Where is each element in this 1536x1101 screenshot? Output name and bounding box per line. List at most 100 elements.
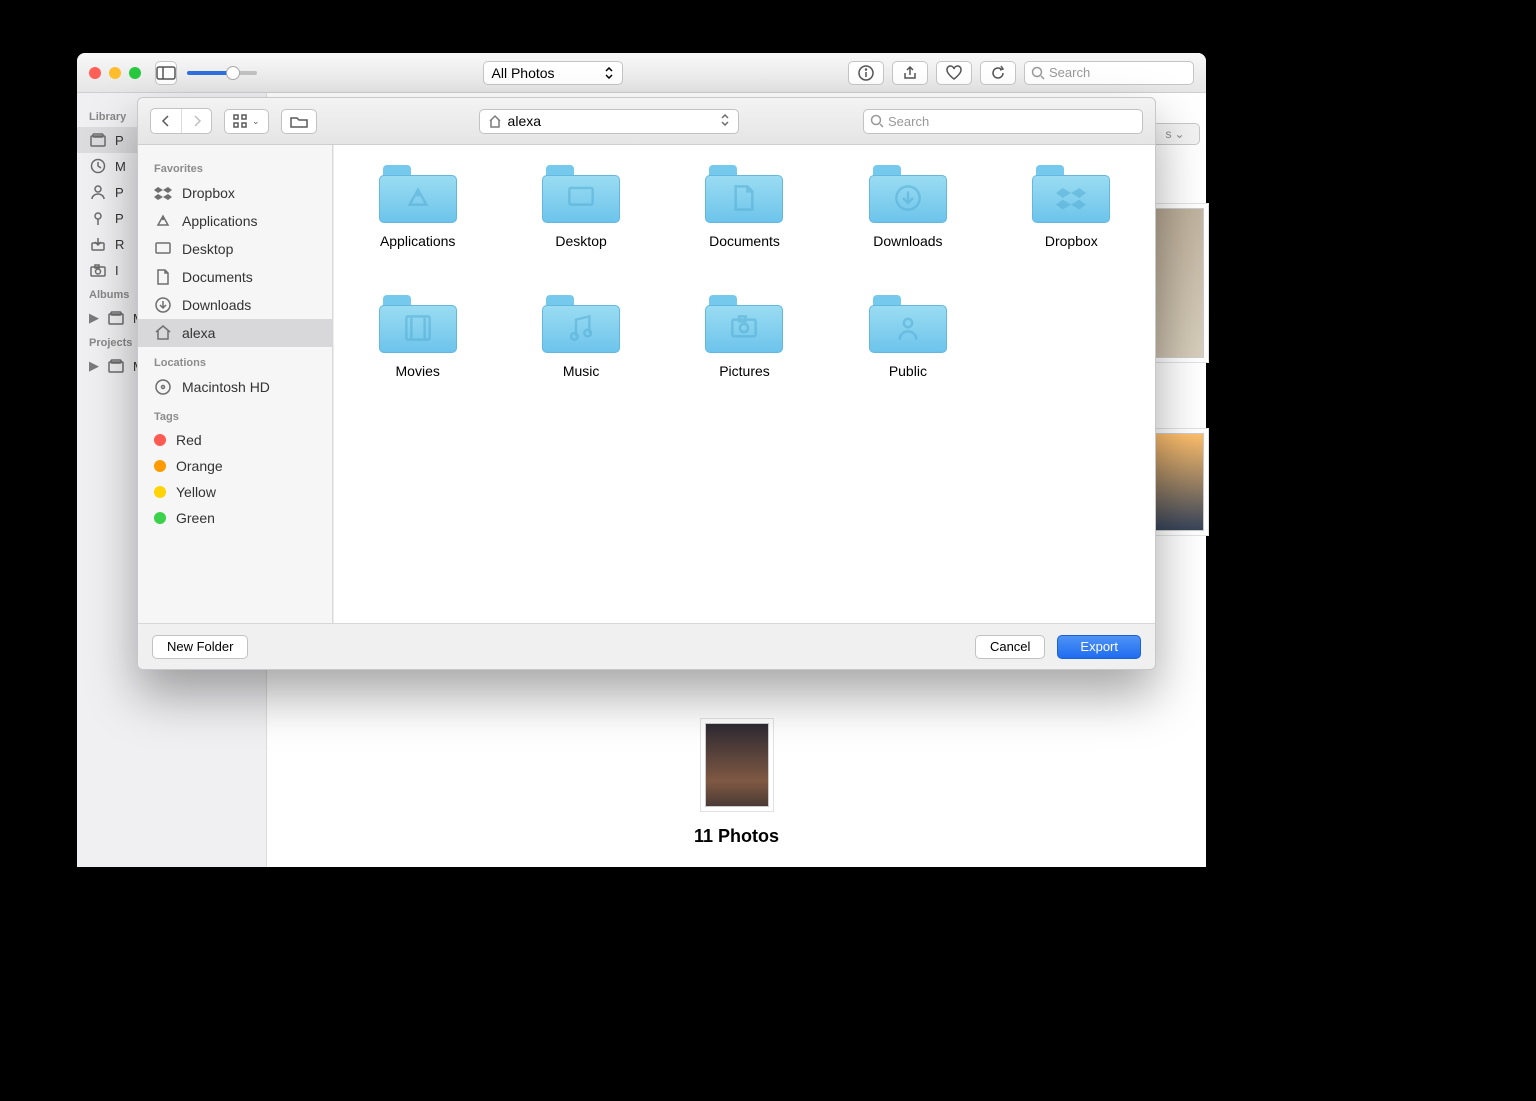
folder-label: Documents — [709, 233, 780, 249]
photo-thumbnail[interactable] — [705, 723, 769, 807]
folder-desktop[interactable]: Desktop — [519, 165, 642, 249]
view-mode-dropdown[interactable]: ⌄ — [224, 109, 269, 134]
sidebar-toggle-button[interactable] — [155, 61, 177, 85]
sheet-sidebar: Favorites Dropbox Applications Desktop Docu… — [138, 145, 333, 623]
group-by-button[interactable] — [281, 109, 317, 134]
tag-item-red[interactable]: Red — [138, 427, 332, 453]
minimize-window-button[interactable] — [109, 67, 121, 79]
new-folder-button[interactable]: New Folder — [152, 635, 248, 659]
photos-toolbar: All Photos Search — [77, 53, 1206, 93]
location-dropdown[interactable]: alexa — [479, 109, 739, 134]
home-icon — [488, 114, 502, 128]
folder-music[interactable]: Music — [519, 295, 642, 379]
tag-item-yellow[interactable]: Yellow — [138, 479, 332, 505]
disclosure-triangle-icon[interactable]: ▶ — [89, 310, 99, 326]
home-icon — [154, 324, 172, 342]
clock-icon — [89, 157, 107, 175]
favorites-item-dropbox[interactable]: Dropbox — [138, 179, 332, 207]
window-controls — [89, 67, 141, 79]
sheet-toolbar: ⌄ alexa Search — [138, 98, 1155, 145]
tag-item-label: Red — [176, 432, 202, 448]
photos-search-field[interactable]: Search — [1024, 61, 1194, 85]
nav-buttons — [150, 108, 212, 134]
folder-public[interactable]: Public — [846, 295, 969, 379]
folder-icon — [379, 295, 457, 353]
dropdown-arrows-icon — [720, 113, 730, 129]
favorites-item-desktop[interactable]: Desktop — [138, 235, 332, 263]
heart-icon — [945, 65, 963, 81]
camera-icon — [89, 261, 107, 279]
share-button[interactable] — [892, 61, 928, 85]
sidebar-icon — [156, 66, 176, 80]
favorites-item-downloads[interactable]: Downloads — [138, 291, 332, 319]
folder-label: Desktop — [555, 233, 606, 249]
favorites-item-label: Documents — [182, 269, 253, 285]
cancel-button[interactable]: Cancel — [975, 635, 1045, 659]
tag-item-label: Yellow — [176, 484, 216, 500]
favorites-item-documents[interactable]: Documents — [138, 263, 332, 291]
export-sheet: ⌄ alexa Search Favorites Dropbox Applicat… — [137, 97, 1156, 670]
folder-icon — [542, 165, 620, 223]
zoom-slider[interactable] — [187, 71, 257, 75]
folder-movies[interactable]: Movies — [356, 295, 479, 379]
person-icon — [89, 183, 107, 201]
location-item-label: Macintosh HD — [182, 379, 270, 395]
rotate-icon — [990, 65, 1006, 81]
pin-icon — [89, 209, 107, 227]
disclosure-triangle-icon[interactable]: ▶ — [89, 358, 99, 374]
favorites-item-label: Dropbox — [182, 185, 235, 201]
favorites-item-label: Applications — [182, 213, 258, 229]
folder-label: Downloads — [873, 233, 942, 249]
photo-count-label: 11 Photos — [267, 826, 1206, 847]
folder-label: Movies — [396, 363, 440, 379]
apps-icon — [154, 212, 172, 230]
back-button[interactable] — [151, 109, 181, 133]
folder-icon — [1032, 165, 1110, 223]
dropbox-icon — [154, 184, 172, 202]
folder-icon — [705, 295, 783, 353]
folder-dropbox[interactable]: Dropbox — [1010, 165, 1133, 249]
folder-label: Applications — [380, 233, 456, 249]
chevron-right-icon — [192, 115, 202, 127]
tag-dot-icon — [154, 512, 166, 524]
close-window-button[interactable] — [89, 67, 101, 79]
favorites-item-label: alexa — [182, 325, 215, 341]
folder-icon — [542, 295, 620, 353]
downloads-icon — [154, 296, 172, 314]
locations-heading: Locations — [138, 347, 332, 373]
folder-icon — [705, 165, 783, 223]
favorites-heading: Favorites — [138, 153, 332, 179]
info-button[interactable] — [848, 61, 884, 85]
folder-label: Dropbox — [1045, 233, 1098, 249]
favorites-item-label: Desktop — [182, 241, 233, 257]
folder-label: Public — [889, 363, 927, 379]
folder-applications[interactable]: Applications — [356, 165, 479, 249]
view-dropdown[interactable]: All Photos — [483, 61, 623, 85]
grid-popup[interactable]: s ⌄ — [1150, 123, 1200, 145]
view-dropdown-label: All Photos — [492, 65, 555, 81]
zoom-window-button[interactable] — [129, 67, 141, 79]
tag-item-orange[interactable]: Orange — [138, 453, 332, 479]
export-button[interactable]: Export — [1057, 635, 1141, 659]
folder-icon — [869, 165, 947, 223]
chevron-down-icon: ⌄ — [1174, 127, 1184, 141]
project-icon — [107, 357, 125, 375]
tag-dot-icon — [154, 434, 166, 446]
folder-documents[interactable]: Documents — [683, 165, 806, 249]
chevron-down-icon: ⌄ — [252, 116, 260, 127]
favorites-item-alexa[interactable]: alexa — [138, 319, 332, 347]
tag-dot-icon — [154, 460, 166, 472]
forward-button[interactable] — [181, 109, 211, 133]
rotate-button[interactable] — [980, 61, 1016, 85]
sheet-search-field[interactable]: Search — [863, 109, 1143, 134]
tag-item-green[interactable]: Green — [138, 505, 332, 531]
folder-downloads[interactable]: Downloads — [846, 165, 969, 249]
sheet-footer: New Folder Cancel Export — [138, 623, 1155, 669]
folder-pictures[interactable]: Pictures — [683, 295, 806, 379]
chevron-left-icon — [161, 115, 171, 127]
favorite-button[interactable] — [936, 61, 972, 85]
sidebar-item-label: P — [115, 211, 124, 226]
share-icon — [902, 65, 918, 81]
location-item-macintosh-hd[interactable]: Macintosh HD — [138, 373, 332, 401]
favorites-item-applications[interactable]: Applications — [138, 207, 332, 235]
